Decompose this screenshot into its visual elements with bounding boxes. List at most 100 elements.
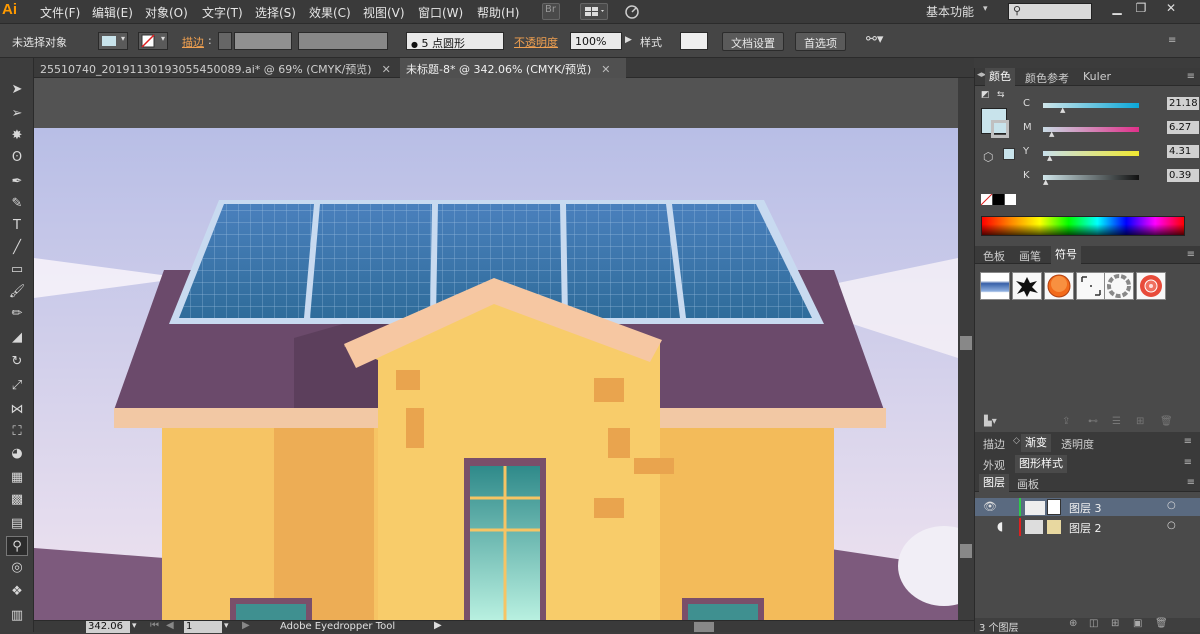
- tab-appearance[interactable]: 外观: [983, 457, 1005, 473]
- preferences-button[interactable]: 首选项: [795, 32, 846, 51]
- vertical-scrollbar[interactable]: [958, 78, 974, 620]
- restore-icon[interactable]: ❐: [1130, 1, 1152, 17]
- arrange-documents-icon[interactable]: [580, 3, 608, 20]
- lasso-tool-icon[interactable]: ʘ: [6, 148, 28, 168]
- blend-tool-icon[interactable]: ◎: [6, 558, 28, 578]
- tab-brushes[interactable]: 画笔: [1019, 248, 1041, 264]
- layer-row[interactable]: 👁 图层 3 ○: [975, 498, 1200, 516]
- panel-menu-icon[interactable]: ≡: [1184, 436, 1192, 447]
- place-symbol-icon[interactable]: ⇪: [1062, 416, 1070, 427]
- tab-color-guide[interactable]: 颜色参考: [1025, 70, 1069, 86]
- status-menu-icon[interactable]: ▶: [434, 620, 442, 631]
- minimize-icon[interactable]: ▁: [1106, 1, 1128, 17]
- tab-stroke[interactable]: 描边: [983, 436, 1005, 452]
- menu-effect[interactable]: 效果(C): [309, 4, 351, 21]
- page-field[interactable]: 1: [184, 621, 222, 633]
- tab-document-2[interactable]: 未标题-8* @ 342.06% (CMYK/预览) ✕: [400, 58, 626, 78]
- pencil-tool-icon[interactable]: ✏: [6, 304, 28, 324]
- close-icon[interactable]: ✕: [601, 63, 610, 76]
- selection-tool-icon[interactable]: ➤: [6, 80, 28, 100]
- fill-swatch[interactable]: ▾: [98, 32, 128, 50]
- document-setup-button[interactable]: 文档设置: [722, 32, 784, 51]
- scroll-thumb[interactable]: [960, 336, 972, 350]
- tab-symbols[interactable]: 符号: [1051, 246, 1081, 264]
- opacity-arrow-icon[interactable]: ▶: [625, 35, 632, 45]
- delete-icon[interactable]: 🗑: [1155, 618, 1168, 629]
- black-value[interactable]: 0.39: [1167, 169, 1199, 182]
- stroke-swatch[interactable]: ▾: [138, 32, 168, 50]
- zoom-field[interactable]: 342.06: [86, 621, 130, 633]
- curvature-tool-icon[interactable]: ✎: [6, 194, 28, 214]
- clipping-mask-icon[interactable]: ◫: [1089, 618, 1098, 629]
- panel-menu-icon[interactable]: ≡: [1187, 249, 1195, 260]
- gradient-tool-icon[interactable]: ▤: [6, 514, 28, 534]
- symbol-ink-splat[interactable]: [1012, 272, 1042, 300]
- target-circle-icon[interactable]: ○: [1167, 500, 1176, 511]
- symbol-silver-ring[interactable]: [1104, 272, 1134, 300]
- perspective-grid-icon[interactable]: ▦: [6, 468, 28, 488]
- tab-transparency[interactable]: 透明度: [1061, 436, 1094, 452]
- stroke-color-swatch[interactable]: [991, 120, 1009, 138]
- menu-help[interactable]: 帮助(H): [477, 4, 519, 21]
- menu-type[interactable]: 文字(T): [202, 4, 243, 21]
- stroke-weight-stepper[interactable]: [218, 32, 232, 50]
- panel-menu-icon[interactable]: ≡: [1168, 35, 1176, 46]
- pen-tool-icon[interactable]: ✒: [6, 172, 28, 192]
- new-sublayer-icon[interactable]: ⊞: [1111, 618, 1119, 629]
- cyan-value[interactable]: 21.18: [1167, 97, 1199, 110]
- tab-document-1[interactable]: 25510740_20191130193055450089.ai* @ 69% …: [34, 58, 398, 78]
- scale-tool-icon[interactable]: ⤢: [6, 376, 28, 396]
- visibility-eye-icon[interactable]: ◖: [997, 519, 1003, 533]
- symbol-blue-banner[interactable]: [980, 272, 1010, 300]
- menu-edit[interactable]: 编辑(E): [92, 4, 133, 21]
- color-spectrum[interactable]: [981, 216, 1185, 236]
- mesh-tool-icon[interactable]: ▩: [6, 490, 28, 510]
- prev-page-icon[interactable]: ◀: [166, 620, 174, 631]
- symbol-orange-button[interactable]: [1044, 272, 1074, 300]
- eyedropper-tool-icon[interactable]: ⚲: [6, 536, 28, 556]
- shape-builder-icon[interactable]: ◕: [6, 444, 28, 464]
- gpu-icon[interactable]: [620, 3, 644, 20]
- yellow-value[interactable]: 4.31: [1167, 145, 1199, 158]
- magenta-value[interactable]: 6.27: [1167, 121, 1199, 134]
- variable-width-dropdown[interactable]: [298, 32, 388, 50]
- tab-kuler[interactable]: Kuler: [1083, 70, 1111, 83]
- opacity-input[interactable]: 100%: [570, 32, 622, 50]
- panel-menu-icon[interactable]: ≡: [1187, 71, 1195, 82]
- symbol-sprayer-icon[interactable]: ❖: [6, 582, 28, 602]
- symbol-red-flower[interactable]: [1136, 272, 1166, 300]
- stroke-label[interactable]: 描边: [182, 34, 204, 50]
- menu-file[interactable]: 文件(F): [40, 4, 80, 21]
- tab-color[interactable]: 颜色: [985, 68, 1015, 86]
- target-circle-icon[interactable]: ○: [1167, 520, 1176, 531]
- workspace-switcher[interactable]: 基本功能: [926, 3, 974, 20]
- locate-object-icon[interactable]: ⊕: [1069, 618, 1077, 629]
- magic-wand-icon[interactable]: ✸: [6, 126, 28, 146]
- break-link-icon[interactable]: ⊷: [1088, 416, 1098, 427]
- isolation-icon[interactable]: ⚯▾: [866, 32, 883, 47]
- close-icon[interactable]: ✕: [382, 63, 391, 76]
- symbol-libraries-icon[interactable]: ▙▾: [984, 416, 997, 427]
- symbol-bracket-frame[interactable]: [1076, 272, 1106, 300]
- layer-row[interactable]: ◖ 图层 2 ○: [975, 518, 1200, 536]
- out-of-gamut-icon[interactable]: ⬡: [983, 150, 993, 164]
- first-page-icon[interactable]: ⏮: [150, 620, 159, 631]
- line-tool-icon[interactable]: ╱: [6, 238, 28, 258]
- panel-menu-icon[interactable]: ≡: [1187, 477, 1195, 488]
- type-tool-icon[interactable]: T: [6, 216, 28, 236]
- bridge-icon[interactable]: Br: [542, 3, 560, 20]
- rotate-tool-icon[interactable]: ↻: [6, 352, 28, 372]
- delete-icon[interactable]: 🗑: [1160, 416, 1173, 427]
- rectangle-tool-icon[interactable]: ▭: [6, 260, 28, 280]
- menu-view[interactable]: 视图(V): [363, 4, 405, 21]
- chevron-down-icon[interactable]: ▾: [132, 621, 137, 631]
- graph-tool-icon[interactable]: ▥: [6, 606, 28, 626]
- next-page-icon[interactable]: ▶: [242, 620, 250, 631]
- scroll-thumb[interactable]: [694, 622, 714, 632]
- visibility-eye-icon[interactable]: 👁: [983, 500, 997, 513]
- tab-artboards[interactable]: 画板: [1017, 476, 1039, 492]
- chevron-down-icon[interactable]: ▾: [224, 621, 229, 631]
- brush-dropdown[interactable]: ● 5 点圆形: [406, 32, 504, 50]
- free-transform-icon[interactable]: ⛶: [6, 422, 28, 442]
- tab-layers[interactable]: 图层: [979, 474, 1009, 492]
